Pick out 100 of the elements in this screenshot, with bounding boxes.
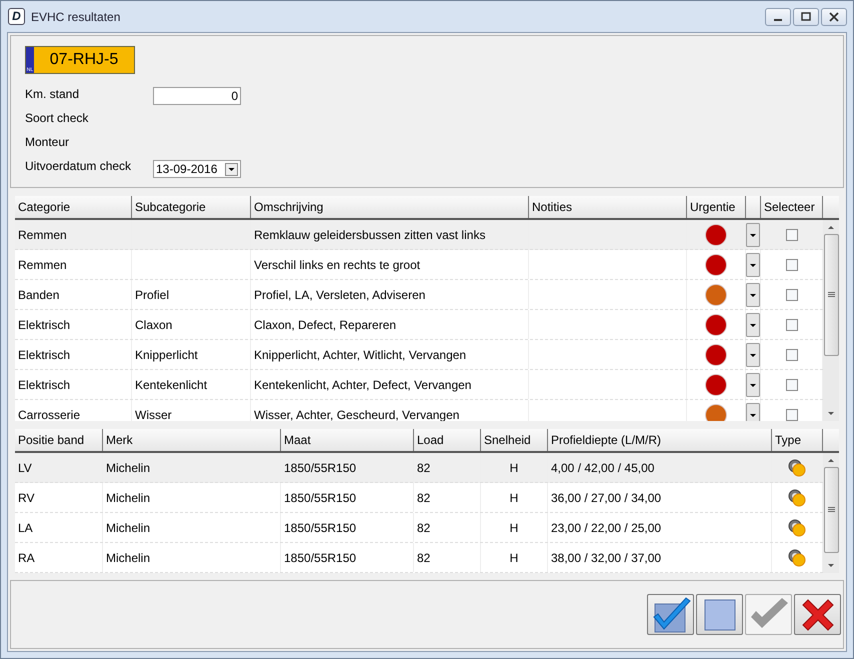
column-header[interactable]: Merk [103,429,281,451]
table-cell: Remmen [15,220,132,249]
column-header[interactable]: Profieldiepte (L/M/R) [548,429,772,451]
maximize-icon [801,12,811,22]
table-row[interactable]: Elektrisch Kentekenlicht Kentekenlicht, Achter, Defect, Vervangen [15,370,823,400]
table-cell: Kentekenlicht, Achter, Defect, Vervangen [251,370,529,399]
table-cell: Knipperlicht, Achter, Witlicht, Vervangen [251,340,529,369]
table-cell: Michelin [103,453,281,482]
app-icon: D [8,8,25,25]
column-header[interactable]: Categorie [15,196,132,218]
table-cell: LV [15,453,103,482]
table-cell: H [481,543,548,572]
scrollbar[interactable] [823,453,839,573]
select-checkbox[interactable] [786,318,798,330]
dropdown-button[interactable] [746,222,760,246]
table-cell: 1850/55R150 [281,543,414,572]
table-row[interactable]: LV Michelin 1850/55R150 82 H 4,00 / 42,00 / 45,00 [15,453,823,483]
table-cell: Claxon [132,310,251,339]
column-header[interactable]: Positie band [15,429,103,451]
table-cell: 23,00 / 22,00 / 25,00 [548,513,772,542]
table-cell: 82 [414,513,481,542]
table-cell: 4,00 / 42,00 / 45,00 [548,453,772,482]
table-cell: 1850/55R150 [281,453,414,482]
table-cell: H [481,483,548,512]
table-cell: Elektrisch [15,340,132,369]
table-cell: Banden [15,280,132,309]
column-header[interactable]: Notities [529,196,687,218]
wheel-icon [788,488,806,506]
table-cell: 38,00 / 32,00 / 37,00 [548,543,772,572]
column-header[interactable]: Omschrijving [251,196,529,218]
square-button[interactable] [696,594,743,635]
table-cell: Michelin [103,513,281,542]
select-checkbox[interactable] [786,408,798,420]
maximize-button[interactable] [793,8,819,26]
confirm-button[interactable] [647,594,694,635]
table-row[interactable]: Remmen Verschil links en rechts te groot [15,250,823,280]
table-cell: Michelin [103,483,281,512]
table-cell: 1850/55R150 [281,483,414,512]
table-cell: 1850/55R150 [281,513,414,542]
column-header[interactable]: Type [772,429,823,451]
minimize-icon [774,18,782,20]
cancel-button[interactable] [794,594,841,635]
table-row[interactable]: Elektrisch Claxon Claxon, Defect, Repareren [15,310,823,340]
table-cell: Claxon, Defect, Repareren [251,310,529,339]
column-header[interactable]: Subcategorie [132,196,251,218]
table-cell: RA [15,543,103,572]
column-header[interactable]: Snelheid [481,429,548,451]
table-cell: Knipperlicht [132,340,251,369]
window-title: EVHC resultaten [31,10,120,24]
dropdown-button[interactable] [746,312,760,336]
column-header[interactable]: Selecteer [761,196,823,218]
dropdown-button[interactable] [746,282,760,306]
select-checkbox[interactable] [786,288,798,300]
wheel-icon [788,518,806,536]
wheel-icon [788,458,806,476]
close-button[interactable] [821,8,847,26]
table-cell: Profiel, LA, Versleten, Adviseren [251,280,529,309]
table-cell: Remklauw geleidersbussen zitten vast links [251,220,529,249]
table-row[interactable]: RV Michelin 1850/55R150 82 H 36,00 / 27,00 / 34,00 [15,483,823,513]
table-row[interactable]: RA Michelin 1850/55R150 82 H 38,00 / 32,00 / 37,00 [15,543,823,573]
table-row[interactable]: Banden Profiel Profiel, LA, Versleten, Adviseren [15,280,823,310]
field-label: Uitvoerdatum check [25,159,132,173]
table-cell: H [481,453,548,482]
select-checkbox[interactable] [786,228,798,240]
select-checkbox[interactable] [786,378,798,390]
table-cell: 82 [414,483,481,512]
table-row[interactable]: Remmen Remklauw geleidersbussen zitten vast links [15,220,823,250]
close-icon [829,12,839,22]
scrollbar[interactable] [823,220,839,421]
table-cell: Kentekenlicht [132,370,251,399]
table-cell: 82 [414,453,481,482]
table-cell: Michelin [103,543,281,572]
table-cell: LA [15,513,103,542]
table-cell: RV [15,483,103,512]
table-cell: 36,00 / 27,00 / 34,00 [548,483,772,512]
table-row[interactable]: LA Michelin 1850/55R150 82 H 23,00 / 22,00 / 25,00 [15,513,823,543]
select-checkbox[interactable] [786,258,798,270]
date-picker[interactable]: 13-09-2016 [153,160,241,178]
grip-icon [828,292,834,298]
table-cell: Profiel [132,280,251,309]
table-cell: H [481,513,548,542]
wheel-icon [788,548,806,566]
dropdown-button[interactable] [746,252,760,276]
table-cell: 82 [414,543,481,572]
column-header[interactable]: Load [414,429,481,451]
table-cell: Remmen [15,250,132,279]
km-field[interactable]: 0 [153,87,241,105]
field-label: Soort check [25,111,90,125]
table-cell: Elektrisch [15,310,132,339]
dropdown-button[interactable] [746,372,760,396]
column-header[interactable]: Maat [281,429,414,451]
table-cell: Elektrisch [15,370,132,399]
table-row[interactable]: Elektrisch Knipperlicht Knipperlicht, Achter, Witlicht, Vervangen [15,340,823,370]
table-cell: Verschil links en rechts te groot [251,250,529,279]
dropdown-button[interactable] [746,402,760,421]
minimize-button[interactable] [765,8,791,26]
dropdown-button[interactable] [746,342,760,366]
grip-icon [828,507,834,513]
column-header[interactable]: Urgentie [687,196,746,218]
select-checkbox[interactable] [786,348,798,360]
